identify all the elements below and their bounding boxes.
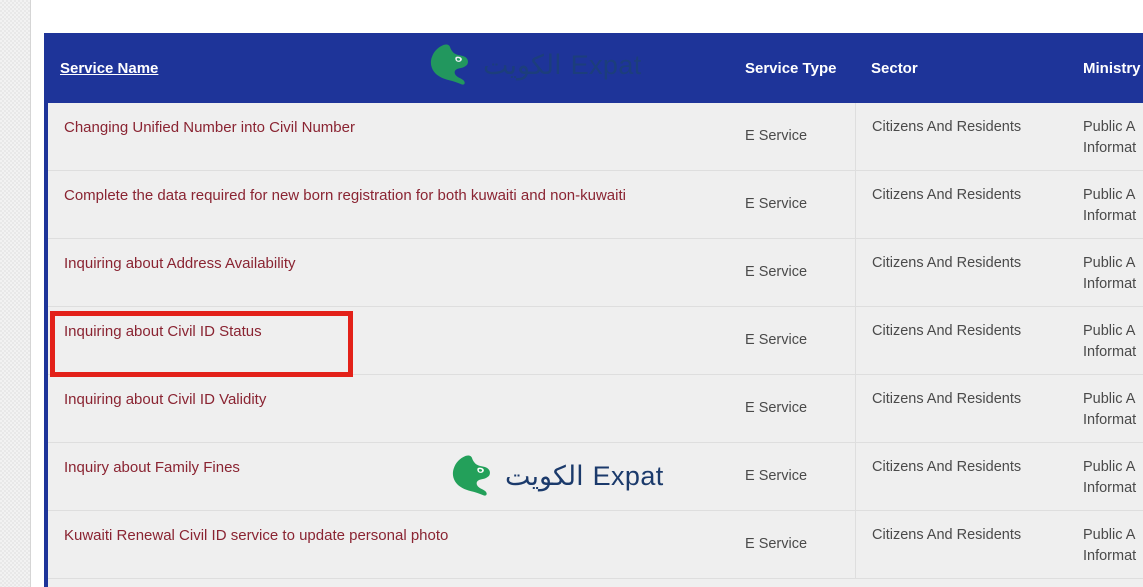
sector-value: Citizens And Residents <box>872 187 1022 203</box>
table-header-row: Service Name Service Type Sector Ministr… <box>44 33 1143 103</box>
service-type-value: E Service <box>745 467 808 484</box>
service-name-link[interactable]: Complete the data required for new born … <box>64 185 626 207</box>
service-name-link[interactable]: Changing Unified Number into Civil Numbe… <box>64 117 355 139</box>
service-type-value: E Service <box>745 195 808 212</box>
service-type-value: E Service <box>745 535 808 552</box>
page-gutter <box>0 0 31 587</box>
cell-service-type: E Service <box>729 171 855 238</box>
sector-value: Citizens And Residents <box>872 119 1022 135</box>
service-name-link[interactable]: Inquiring about Civil ID Validity <box>64 389 266 411</box>
service-name-link[interactable]: Kuwaiti Renewal Civil ID service to upda… <box>64 525 448 547</box>
column-header-ministry-label: Ministry <box>1083 59 1141 77</box>
sort-link-service-name[interactable]: Service Name <box>60 60 158 77</box>
cell-service-name[interactable]: Kuwaiti Renewal Civil ID service to upda… <box>48 511 729 578</box>
services-results-table: Service Name Service Type Sector Ministr… <box>44 33 1143 587</box>
sector-value: Citizens And Residents <box>872 527 1022 543</box>
cell-service-type: E Service <box>729 511 855 578</box>
cell-sector: Citizens And Residents <box>855 375 1067 442</box>
table-row[interactable]: Changing Unified Number into Civil Numbe… <box>48 103 1143 171</box>
service-name-link[interactable]: Inquiry about Family Fines <box>64 457 240 479</box>
cell-ministry: Public A Informat <box>1067 307 1143 374</box>
column-header-service-type-label: Service Type <box>745 59 837 77</box>
service-type-value: E Service <box>745 399 808 416</box>
cell-sector: Citizens And Residents <box>855 239 1067 306</box>
ministry-value: Public A Informat <box>1083 323 1137 361</box>
cell-ministry: Public A Informat <box>1067 103 1143 170</box>
cell-ministry: Public A Informat <box>1067 239 1143 306</box>
column-header-sector-label: Sector <box>871 59 918 77</box>
cell-sector: Citizens And Residents <box>855 103 1067 170</box>
table-body: Changing Unified Number into Civil Numbe… <box>44 103 1143 587</box>
ministry-value: Public A Informat <box>1083 391 1137 429</box>
cell-service-name[interactable]: Changing Unified Number into Civil Numbe… <box>48 103 729 170</box>
cell-ministry: Public A Informat <box>1067 171 1143 238</box>
cell-service-name[interactable]: Inquiring about Civil ID Validity <box>48 375 729 442</box>
cell-service-type: E Service <box>729 443 855 510</box>
cell-ministry: Public A Informat <box>1067 375 1143 442</box>
column-header-sector: Sector <box>855 33 1067 103</box>
service-type-value: E Service <box>745 127 808 144</box>
cell-service-name[interactable]: Inquiring about Address Availability <box>48 239 729 306</box>
column-header-service-name[interactable]: Service Name <box>44 33 729 103</box>
cell-service-name[interactable]: Inquiring about Civil ID Status <box>48 307 729 374</box>
sector-value: Citizens And Residents <box>872 391 1022 407</box>
service-name-link[interactable]: Inquiring about Civil ID Status <box>64 321 262 343</box>
table-row[interactable]: Kuwaiti Renewal Civil ID service to upda… <box>48 511 1143 579</box>
cell-service-type: E Service <box>729 103 855 170</box>
cell-sector: Citizens And Residents <box>855 511 1067 578</box>
cell-ministry: Public A Informat <box>1067 511 1143 578</box>
ministry-value: Public A Informat <box>1083 459 1137 497</box>
table-row-highlighted[interactable]: Inquiring about Civil ID Status E Servic… <box>48 307 1143 375</box>
table-row[interactable]: Complete the data required for new born … <box>48 171 1143 239</box>
sector-value: Citizens And Residents <box>872 459 1022 475</box>
cell-sector: Citizens And Residents <box>855 307 1067 374</box>
sector-value: Citizens And Residents <box>872 323 1022 339</box>
ministry-value: Public A Informat <box>1083 187 1137 225</box>
service-name-link[interactable]: Inquiring about Address Availability <box>64 253 296 275</box>
cell-service-type: E Service <box>729 307 855 374</box>
sector-value: Citizens And Residents <box>872 255 1022 271</box>
table-row[interactable]: Inquiry about Family Fines E Service Cit… <box>48 443 1143 511</box>
service-type-value: E Service <box>745 331 808 348</box>
service-type-value: E Service <box>745 263 808 280</box>
cell-service-type: E Service <box>729 375 855 442</box>
table-row[interactable]: Inquiring about Address Availability E S… <box>48 239 1143 307</box>
cell-ministry: Public A Informat <box>1067 443 1143 510</box>
ministry-value: Public A Informat <box>1083 527 1137 565</box>
column-header-service-type: Service Type <box>729 33 855 103</box>
cell-sector: Citizens And Residents <box>855 171 1067 238</box>
ministry-value: Public A Informat <box>1083 119 1137 157</box>
cell-service-name[interactable]: Inquiry about Family Fines <box>48 443 729 510</box>
table-row[interactable]: Inquiring about Civil ID Validity E Serv… <box>48 375 1143 443</box>
cell-service-name[interactable]: Complete the data required for new born … <box>48 171 729 238</box>
ministry-value: Public A Informat <box>1083 255 1137 293</box>
column-header-ministry: Ministry <box>1067 33 1143 103</box>
cell-sector: Citizens And Residents <box>855 443 1067 510</box>
cell-service-type: E Service <box>729 239 855 306</box>
